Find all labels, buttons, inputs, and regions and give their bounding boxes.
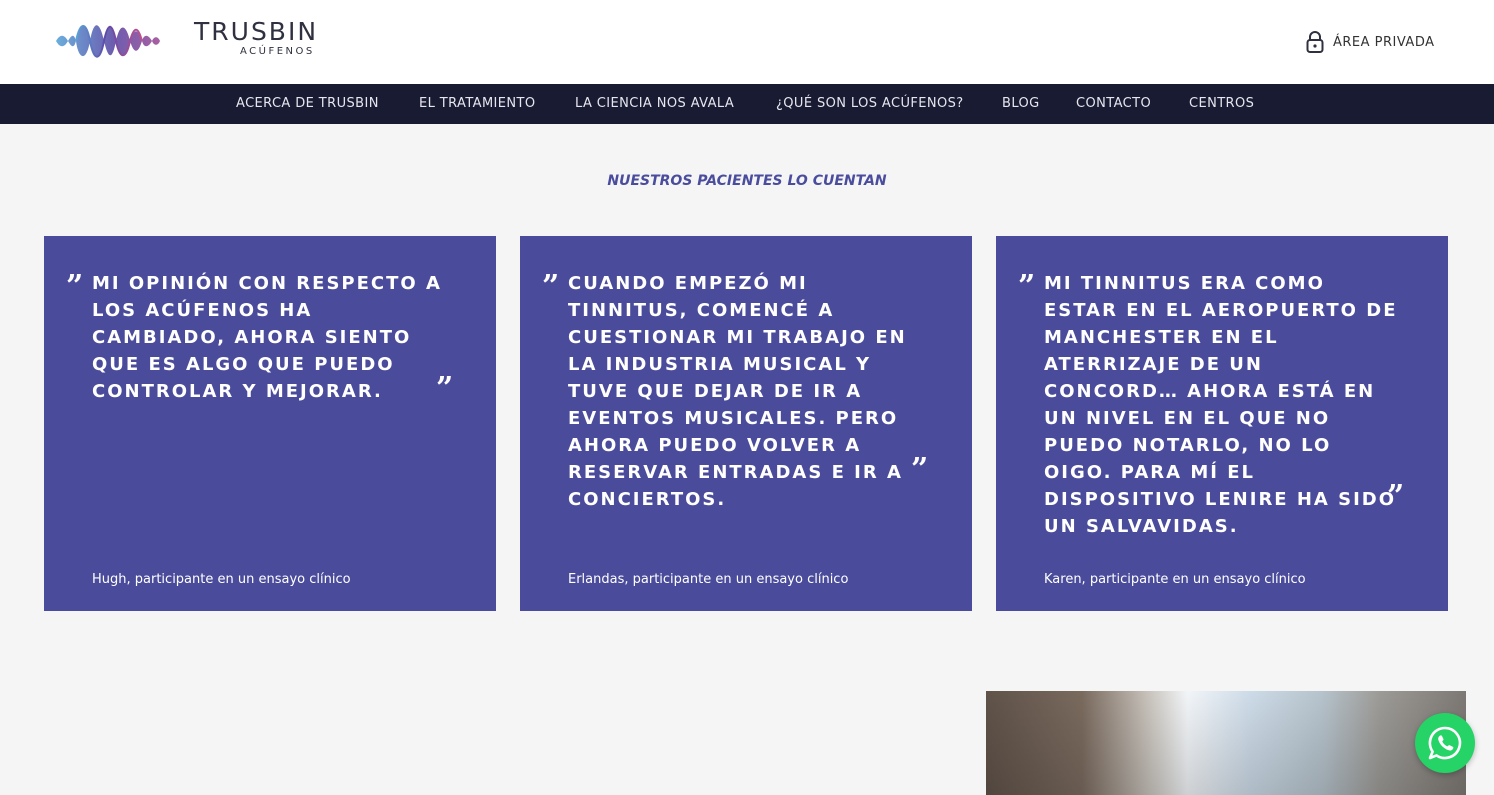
nav-item-acufenos[interactable]: ¿QUÉ SON LOS ACÚFENOS?	[776, 84, 964, 124]
testimonial-card: ” CUANDO EMPEZÓ MI TINNITUS, COMENCÉ A C…	[520, 236, 972, 611]
quote-close-icon: ”	[911, 452, 929, 487]
lock-icon	[1306, 31, 1324, 53]
testimonial-quote: CUANDO EMPEZÓ MI TINNITUS, COMENCÉ A CUE…	[568, 273, 907, 510]
brand-logo[interactable]: TRUSBIN ACÚFENOS	[56, 16, 326, 66]
brand-tagline: ACÚFENOS	[240, 46, 315, 57]
patient-photo	[986, 691, 1466, 795]
nav-item-contacto[interactable]: CONTACTO	[1076, 84, 1151, 124]
nav-item-blog[interactable]: BLOG	[1002, 84, 1040, 124]
main-nav: ACERCA DE TRUSBIN EL TRATAMIENTO LA CIEN…	[0, 84, 1494, 124]
testimonial-author: Karen, participante en un ensayo clínico	[1044, 572, 1306, 587]
nav-item-centros[interactable]: CENTROS	[1189, 84, 1254, 124]
site-header: TRUSBIN ACÚFENOS ÁREA PRIVADA	[0, 0, 1494, 84]
quote-open-icon: ”	[542, 269, 560, 304]
private-area-link[interactable]: ÁREA PRIVADA	[1306, 30, 1435, 54]
nav-item-ciencia[interactable]: LA CIENCIA NOS AVALA	[575, 84, 734, 124]
testimonial-card: ” MI TINNITUS ERA COMO ESTAR EN EL AEROP…	[996, 236, 1448, 611]
private-area-label: ÁREA PRIVADA	[1333, 34, 1435, 50]
nav-item-tratamiento[interactable]: EL TRATAMIENTO	[419, 84, 536, 124]
testimonial-card: ” MI OPINIÓN CON RESPECTO A LOS ACÚFENOS…	[44, 236, 496, 611]
brand-name: TRUSBIN	[194, 17, 319, 46]
quote-close-icon: ”	[436, 371, 454, 406]
whatsapp-button[interactable]	[1415, 713, 1475, 773]
quote-open-icon: ”	[1018, 269, 1036, 304]
nav-item-acerca[interactable]: ACERCA DE TRUSBIN	[236, 84, 379, 124]
quote-open-icon: ”	[66, 269, 84, 304]
whatsapp-icon	[1428, 726, 1462, 760]
testimonial-quote: MI OPINIÓN CON RESPECTO A LOS ACÚFENOS H…	[92, 273, 442, 402]
testimonials-title: NUESTROS PACIENTES LO CUENTAN	[607, 173, 887, 189]
testimonial-quote: MI TINNITUS ERA COMO ESTAR EN EL AEROPUE…	[1044, 273, 1398, 537]
testimonial-author: Erlandas, participante en un ensayo clín…	[568, 572, 849, 587]
sound-wave-logo-icon	[56, 25, 184, 58]
testimonial-author: Hugh, participante en un ensayo clínico	[92, 572, 351, 587]
quote-close-icon: ”	[1387, 479, 1405, 514]
